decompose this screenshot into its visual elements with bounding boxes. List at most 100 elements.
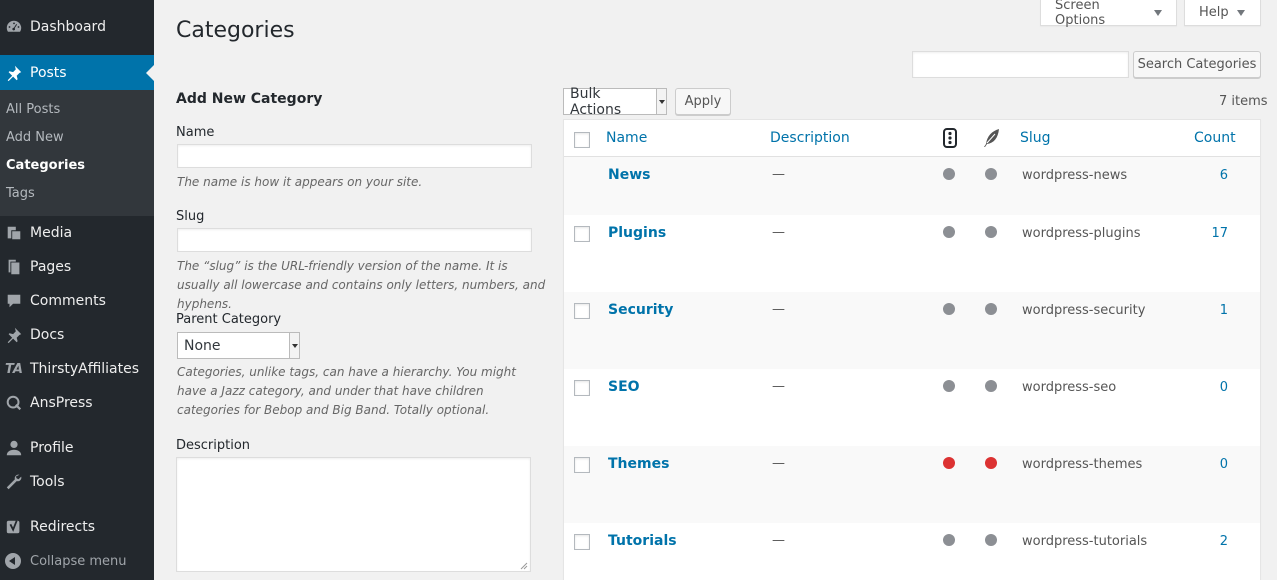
category-name-link[interactable]: Themes: [608, 456, 669, 472]
seo-status-dot: [985, 168, 997, 180]
feather-icon: [983, 128, 1001, 152]
menu-item-label: Posts: [30, 65, 67, 81]
row-checkbox[interactable]: [574, 534, 590, 550]
readability-status-dot: [943, 380, 955, 392]
caret-down-icon: [1236, 9, 1245, 16]
menu-item-tools[interactable]: Tools: [0, 465, 154, 499]
parent-category-select[interactable]: None: [177, 332, 300, 359]
row-checkbox[interactable]: [574, 457, 590, 473]
caret-down-icon: [1154, 9, 1162, 16]
apply-button[interactable]: Apply: [675, 88, 731, 115]
seo-status-dot: [985, 303, 997, 315]
user-icon: [4, 438, 24, 458]
menu-item-label: Dashboard: [30, 19, 106, 35]
readability-status-dot: [943, 226, 955, 238]
collapse-menu-button[interactable]: Collapse menu: [0, 548, 154, 574]
help-label: Help: [1199, 5, 1229, 20]
parent-category-value: None: [184, 337, 221, 354]
menu-item-pages[interactable]: Pages: [0, 250, 154, 284]
wrench-icon: [4, 472, 24, 492]
category-count-link[interactable]: 6: [1188, 168, 1228, 183]
category-description: —: [772, 456, 785, 471]
column-description-header[interactable]: Description: [770, 130, 850, 146]
submenu-all-posts[interactable]: All Posts: [6, 102, 60, 117]
category-count-link[interactable]: 17: [1188, 226, 1228, 241]
category-name-link[interactable]: Plugins: [608, 225, 666, 241]
table-row: Themes — wordpress-themes 0: [564, 446, 1260, 523]
category-count-link[interactable]: 0: [1188, 457, 1228, 472]
slug-field[interactable]: [177, 228, 532, 252]
category-count-link[interactable]: 2: [1188, 534, 1228, 549]
search-categories-button[interactable]: Search Categories: [1133, 51, 1261, 78]
seo-status-dot: [985, 226, 997, 238]
category-slug: wordpress-themes: [1022, 457, 1143, 472]
menu-item-anspress[interactable]: AnsPress: [0, 386, 154, 420]
description-field[interactable]: [176, 457, 531, 572]
media-icon: [4, 223, 24, 243]
search-input[interactable]: [912, 51, 1129, 78]
bulk-actions-select[interactable]: Bulk Actions: [563, 86, 667, 118]
row-checkbox[interactable]: [574, 303, 590, 319]
category-name-link[interactable]: Security: [608, 302, 673, 318]
readability-status-dot: [943, 168, 955, 180]
category-slug: wordpress-seo: [1022, 380, 1117, 395]
parent-category-label: Parent Category: [176, 312, 282, 327]
screen-options-button[interactable]: Screen Options: [1040, 0, 1177, 28]
items-count: 7 items: [1219, 94, 1268, 109]
menu-item-comments[interactable]: Comments: [0, 284, 154, 318]
readability-status-dot: [943, 534, 955, 546]
yoast-icon: [4, 517, 24, 537]
traffic-light-icon: [943, 128, 957, 152]
readability-status-dot: [943, 457, 955, 469]
name-help-text: The name is how it appears on your site.: [177, 175, 423, 189]
menu-item-docs[interactable]: Docs: [0, 318, 154, 352]
pin-icon: [4, 325, 24, 345]
column-slug-header[interactable]: Slug: [1020, 130, 1051, 146]
row-checkbox[interactable]: [574, 226, 590, 242]
category-name-link[interactable]: News: [608, 167, 650, 183]
select-arrow-icon: [289, 333, 299, 358]
menu-item-label: Profile: [30, 440, 74, 456]
posts-submenu: All Posts Add New Categories Tags: [0, 90, 154, 216]
category-name-link[interactable]: SEO: [608, 379, 640, 395]
comment-icon: [4, 291, 24, 311]
resize-handle-icon[interactable]: [518, 560, 528, 570]
category-slug: wordpress-tutorials: [1022, 534, 1148, 549]
menu-item-label: Redirects: [30, 519, 96, 535]
category-count-link[interactable]: 0: [1188, 380, 1228, 395]
table-row: News — wordpress-news 6: [564, 157, 1260, 215]
category-name-link[interactable]: Tutorials: [608, 533, 677, 549]
help-button[interactable]: Help: [1184, 0, 1261, 26]
menu-item-profile[interactable]: Profile: [0, 431, 154, 465]
menu-item-posts[interactable]: Posts: [0, 55, 154, 91]
pin-icon: [4, 63, 24, 83]
seo-status-dot: [985, 380, 997, 392]
row-checkbox[interactable]: [574, 380, 590, 396]
add-new-category-heading: Add New Category: [176, 91, 323, 107]
anspress-icon: [4, 393, 24, 413]
current-menu-arrow: [146, 65, 154, 81]
admin-sidebar: Dashboard Posts All Posts Add New Catego…: [0, 0, 154, 580]
parent-category-help-text: Categories, unlike tags, can have a hier…: [177, 365, 516, 417]
seo-status-dot: [985, 457, 997, 469]
slug-label: Slug: [176, 209, 205, 224]
column-count-header[interactable]: Count: [1194, 130, 1236, 146]
category-description: —: [772, 167, 785, 182]
submenu-tags[interactable]: Tags: [6, 186, 35, 201]
category-slug: wordpress-news: [1022, 168, 1128, 183]
table-row: Tutorials — wordpress-tutorials 2: [564, 523, 1260, 580]
submenu-categories[interactable]: Categories: [6, 158, 85, 173]
name-field[interactable]: [177, 144, 532, 168]
menu-item-dashboard[interactable]: Dashboard: [0, 10, 154, 44]
menu-item-label: Media: [30, 225, 73, 241]
submenu-add-new[interactable]: Add New: [6, 130, 64, 145]
collapse-arrow-icon: [5, 553, 21, 569]
category-count-link[interactable]: 1: [1188, 303, 1228, 318]
menu-item-thirstyaffiliates[interactable]: TA ThirstyAffiliates: [0, 352, 154, 386]
menu-item-media[interactable]: Media: [0, 216, 154, 250]
pages-icon: [4, 257, 24, 277]
slug-help-text: The “slug” is the URL-friendly version o…: [177, 259, 546, 311]
column-name-header[interactable]: Name: [606, 130, 647, 146]
menu-item-redirects[interactable]: Redirects: [0, 510, 154, 544]
select-all-checkbox[interactable]: [574, 132, 590, 148]
